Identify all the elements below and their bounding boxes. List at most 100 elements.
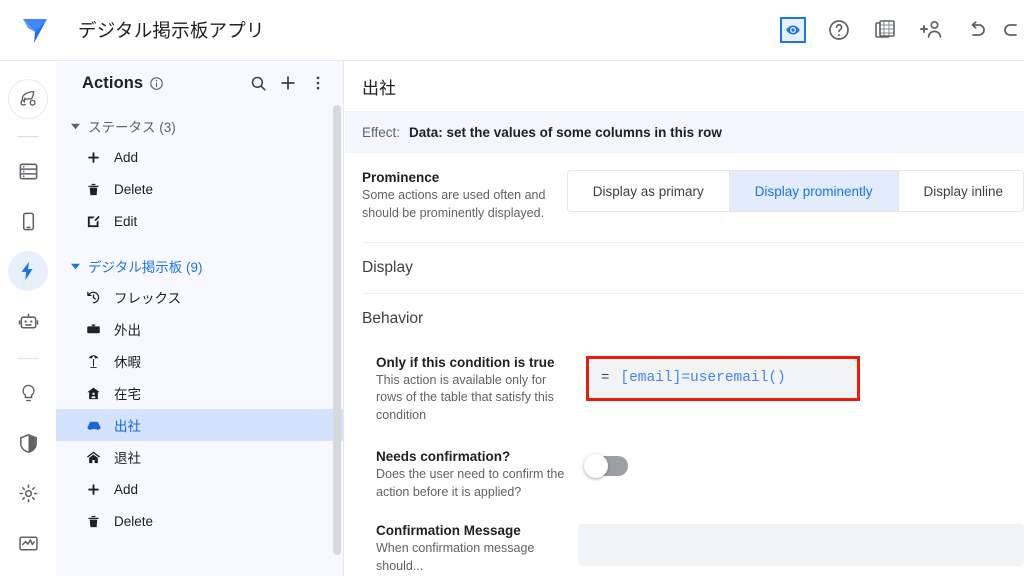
action-gaishutsu-label: 外出 — [114, 323, 141, 338]
action-delete-label: Delete — [114, 181, 154, 197]
group-digital-board-label: デジタル掲示板 (9) — [88, 260, 203, 275]
edit-square-icon — [86, 214, 108, 229]
rail-item-automation[interactable] — [8, 251, 48, 291]
undo-icon[interactable] — [954, 7, 1000, 53]
rail-item-security[interactable] — [8, 423, 48, 463]
preview-eye-icon[interactable] — [770, 7, 816, 53]
plus-icon — [86, 482, 108, 497]
condition-control: = [email]=useremail() — [586, 355, 860, 425]
action-shussha[interactable]: 出社 — [56, 409, 343, 441]
needs-confirmation-title: Needs confirmation? — [376, 448, 511, 464]
group-digital-board[interactable]: デジタル掲示板 (9) — [56, 251, 343, 281]
plus-icon — [86, 150, 108, 165]
prominence-section: Prominence Some actions are used often a… — [345, 153, 1024, 223]
display-section-title: Display — [362, 258, 413, 276]
action-add[interactable]: Add — [56, 141, 343, 173]
prominence-labels: Prominence Some actions are used often a… — [362, 170, 567, 223]
action-taisha[interactable]: 退社 — [56, 441, 343, 473]
action-zaitaku[interactable]: 在宅 — [56, 377, 343, 409]
search-icon[interactable] — [243, 68, 273, 98]
action-edit-label: Edit — [114, 213, 138, 229]
action-add-2-label: Add — [114, 481, 139, 497]
rail-divider-bottom — [17, 358, 39, 359]
rail-item-app[interactable] — [8, 201, 48, 241]
trash-icon — [86, 182, 108, 197]
action-edit[interactable]: Edit — [56, 205, 343, 237]
actions-panel-header-buttons — [243, 68, 333, 98]
action-flex-label: フレックス — [114, 291, 182, 306]
condition-formula-input[interactable]: = [email]=useremail() — [586, 355, 860, 401]
condition-labels: Only if this condition is true This acti… — [376, 355, 586, 425]
chevron-down-icon — [68, 259, 82, 273]
action-taisha-label: 退社 — [114, 451, 141, 466]
redo-icon[interactable] — [1000, 7, 1024, 53]
rail-item-data[interactable] — [8, 151, 48, 191]
needs-confirmation-labels: Needs confirmation? Does the user need t… — [376, 449, 586, 502]
prominence-option-display-as-primary[interactable]: Display as primary — [567, 171, 730, 211]
help-circle-icon[interactable] — [816, 7, 862, 53]
equals-sign: = — [601, 370, 610, 386]
home-person-icon — [86, 386, 108, 401]
add-person-icon[interactable] — [908, 7, 954, 53]
prominence-option-display-prominently[interactable]: Display prominently — [729, 171, 899, 211]
needs-confirmation-field: Needs confirmation? Does the user need t… — [345, 449, 1024, 502]
condition-field: Only if this condition is true This acti… — [345, 355, 1024, 425]
prominence-option-display-inline[interactable]: Display inline — [898, 171, 1023, 211]
history-icon — [86, 290, 108, 305]
top-bar-actions — [770, 7, 1024, 53]
confirmation-message-desc: When confirmation message should... — [376, 541, 535, 573]
table-data-icon[interactable] — [862, 7, 908, 53]
confirmation-message-field: Confirmation Message When confirmation m… — [345, 523, 1024, 576]
action-add-2[interactable]: Add — [56, 473, 343, 505]
effect-bar: Effect: Data: set the values of some col… — [345, 112, 1024, 153]
info-circle-icon[interactable] — [149, 76, 164, 91]
group-status-label: ステータス (3) — [88, 120, 176, 135]
chevron-down-icon — [68, 119, 82, 133]
confirmation-message-title: Confirmation Message — [376, 523, 521, 539]
condition-desc: This action is available only for rows o… — [376, 372, 554, 423]
group-status[interactable]: ステータス (3) — [56, 111, 343, 141]
needs-confirmation-toggle[interactable] — [584, 453, 628, 478]
actions-panel-scrollbar[interactable] — [333, 105, 341, 555]
main-content: 出社 Effect: Data: set the values of some … — [345, 61, 1024, 576]
rail-item-settings[interactable] — [8, 473, 48, 513]
toggle-knob — [584, 453, 608, 478]
confirmation-message-labels: Confirmation Message When confirmation m… — [376, 523, 578, 576]
plus-icon[interactable] — [273, 68, 303, 98]
needs-confirmation-control — [584, 449, 628, 502]
app-window: デジタル掲示板アプリ Actions ステータス (3) Add Delete … — [0, 0, 1024, 576]
action-add-label: Add — [114, 149, 139, 165]
action-delete-2[interactable]: Delete — [56, 505, 343, 537]
actions-panel-header: Actions — [56, 61, 343, 105]
more-vert-icon[interactable] — [303, 68, 333, 98]
behavior-section-title: Behavior — [362, 309, 424, 327]
trash-icon — [86, 514, 108, 529]
effect-value: Data: set the values of some columns in … — [409, 125, 722, 140]
action-kyuka[interactable]: 休暇 — [56, 345, 343, 377]
rail-item-deploy[interactable] — [8, 79, 48, 119]
action-zaitaku-label: 在宅 — [114, 387, 141, 402]
action-detail-title: 出社 — [362, 78, 396, 98]
house-icon — [86, 450, 108, 465]
rail-item-monitor[interactable] — [8, 523, 48, 563]
left-rail — [0, 61, 56, 576]
action-gaishutsu[interactable]: 外出 — [56, 313, 343, 345]
main-header: 出社 — [345, 61, 1024, 112]
action-delete[interactable]: Delete — [56, 173, 343, 205]
action-flex[interactable]: フレックス — [56, 281, 343, 313]
rail-item-intelligence[interactable] — [8, 373, 48, 413]
condition-formula-value: [email]=useremail() — [620, 370, 786, 386]
preview-eye-box — [780, 17, 806, 43]
page-title: デジタル掲示板アプリ — [78, 20, 265, 41]
prominence-desc: Some actions are used often and should b… — [362, 188, 546, 220]
rail-item-bots[interactable] — [8, 301, 48, 341]
prominence-title: Prominence — [362, 170, 440, 185]
appsheet-logo-icon[interactable] — [14, 9, 56, 51]
confirmation-message-input[interactable] — [578, 524, 1024, 567]
action-delete-2-label: Delete — [114, 513, 154, 529]
action-kyuka-label: 休暇 — [114, 355, 141, 370]
effect-label: Effect: — [362, 125, 401, 140]
condition-title: Only if this condition is true — [376, 354, 555, 370]
confirmation-message-control — [578, 523, 1024, 576]
